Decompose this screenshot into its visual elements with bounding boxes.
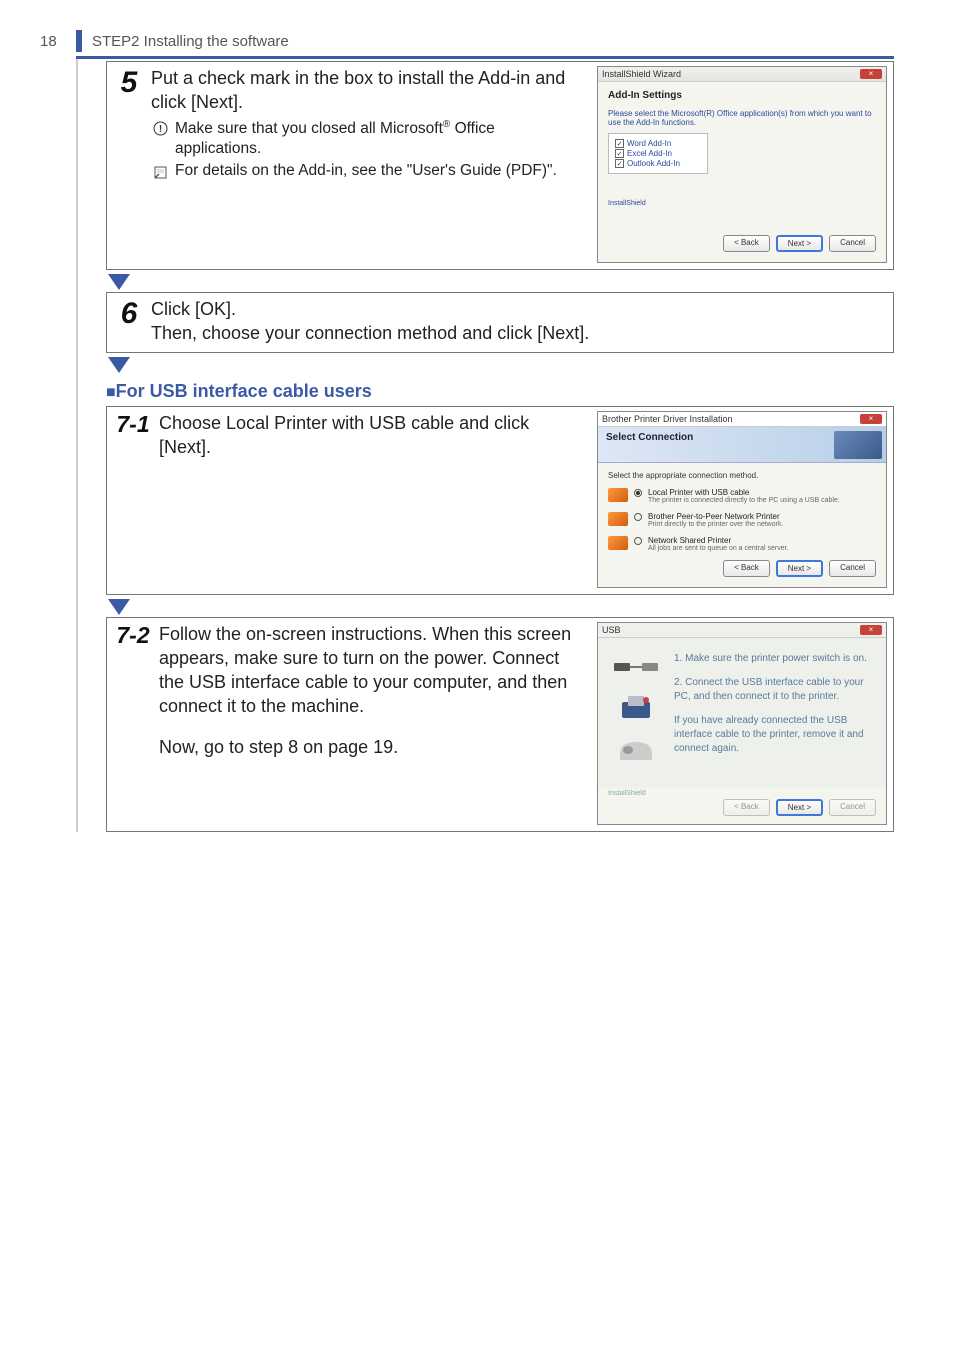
page: 18 STEP2 Installing the software 5 Put a…	[0, 0, 954, 896]
step-5-text: Put a check mark in the box to install t…	[151, 66, 585, 263]
back-button: < Back	[723, 560, 770, 577]
addin-dialog: InstallShield Wizard × Add-In Settings P…	[597, 66, 887, 263]
printer-icon	[608, 536, 628, 550]
printer-icon	[608, 488, 628, 502]
note-icon	[151, 163, 169, 181]
arrow-down-icon	[108, 599, 894, 615]
step-7-2: 7-2 Follow the on-screen instructions. W…	[106, 617, 894, 832]
step-number: 7-1	[107, 407, 159, 594]
printer-device-icon	[616, 738, 656, 764]
check-outlook: ✓Outlook Add-In	[615, 159, 701, 168]
option-p2p-network: Brother Peer-to-Peer Network Printer Pri…	[608, 512, 876, 528]
back-button: < Back	[723, 235, 770, 252]
next-button: Next >	[776, 799, 823, 816]
dialog-title: USB	[602, 625, 621, 635]
usb-section-heading: ■For USB interface cable users	[106, 381, 894, 402]
close-icon: ×	[860, 69, 882, 79]
printer-icon	[608, 512, 628, 526]
checkbox-icon: ✓	[615, 139, 624, 148]
back-button: < Back	[723, 799, 770, 816]
dialog-message: Please select the Microsoft(R) Office ap…	[608, 109, 876, 127]
arrow-down-icon	[108, 357, 894, 373]
svg-text:!: !	[158, 124, 161, 135]
radio-icon	[634, 489, 642, 497]
checkbox-icon: ✓	[615, 159, 624, 168]
dialog-title: Brother Printer Driver Installation	[602, 414, 733, 424]
step-5-bullet-2: For details on the Add-in, see the "User…	[151, 161, 585, 181]
dialog-heading: Add-In Settings	[608, 90, 876, 101]
option-local-usb: Local Printer with USB cable The printer…	[608, 488, 876, 504]
installshield-label: InstallShield	[608, 200, 876, 207]
step-number: 5	[107, 62, 151, 269]
connection-dialog: Brother Printer Driver Installation × Se…	[597, 411, 887, 588]
step-7-2-text: Follow the on-screen instructions. When …	[159, 622, 585, 825]
page-number: 18	[40, 33, 76, 50]
dialog-title: InstallShield Wizard	[602, 69, 681, 79]
check-excel: ✓Excel Add-In	[615, 149, 701, 158]
cancel-button: Cancel	[829, 560, 876, 577]
usb-instructions: 1. Make sure the printer power switch is…	[674, 652, 874, 778]
step-6: 6 Click [OK]. Then, choose your connecti…	[106, 292, 894, 353]
next-button: Next >	[776, 560, 823, 577]
usb-dialog: USB ×	[597, 622, 887, 825]
check-word: ✓Word Add-In	[615, 139, 701, 148]
step-5-bullet-1: ! Make sure that you closed all Microsof…	[151, 118, 585, 159]
option-network-shared: Network Shared Printer All jobs are sent…	[608, 536, 876, 552]
select-prompt: Select the appropriate connection method…	[608, 471, 876, 480]
warning-icon: !	[151, 120, 169, 138]
banner-image	[834, 431, 882, 459]
radio-icon	[634, 537, 642, 545]
checkbox-icon: ✓	[615, 149, 624, 158]
printer-connect-icon	[618, 694, 654, 724]
step-7-1-screenshot: Brother Printer Driver Installation × Se…	[597, 411, 887, 588]
step-7-1-text: Choose Local Printer with USB cable and …	[159, 411, 585, 588]
step-7-2-screenshot: USB ×	[597, 622, 887, 825]
addin-checklist: ✓Word Add-In ✓Excel Add-In ✓Outlook Add-…	[608, 133, 708, 174]
page-header: 18 STEP2 Installing the software	[40, 30, 894, 52]
header-title: STEP2 Installing the software	[92, 33, 289, 50]
step-5-screenshot: InstallShield Wizard × Add-In Settings P…	[597, 66, 887, 263]
close-icon: ×	[860, 414, 882, 424]
step-5-main: Put a check mark in the box to install t…	[151, 66, 585, 115]
close-icon: ×	[860, 625, 882, 635]
step-5: 5 Put a check mark in the box to install…	[106, 61, 894, 270]
step-6-text: Click [OK]. Then, choose your connection…	[151, 297, 887, 346]
next-button: Next >	[776, 235, 823, 252]
usb-cable-icon	[614, 656, 658, 680]
cancel-button: Cancel	[829, 235, 876, 252]
header-bar	[76, 30, 82, 52]
arrow-down-icon	[108, 274, 894, 290]
radio-icon	[634, 513, 642, 521]
step-number: 7-2	[107, 618, 159, 831]
installshield-label: InstallShield	[608, 790, 876, 797]
step-number: 6	[107, 293, 151, 352]
content: 5 Put a check mark in the box to install…	[76, 59, 894, 832]
cancel-button: Cancel	[829, 799, 876, 816]
step-7-1: 7-1 Choose Local Printer with USB cable …	[106, 406, 894, 595]
